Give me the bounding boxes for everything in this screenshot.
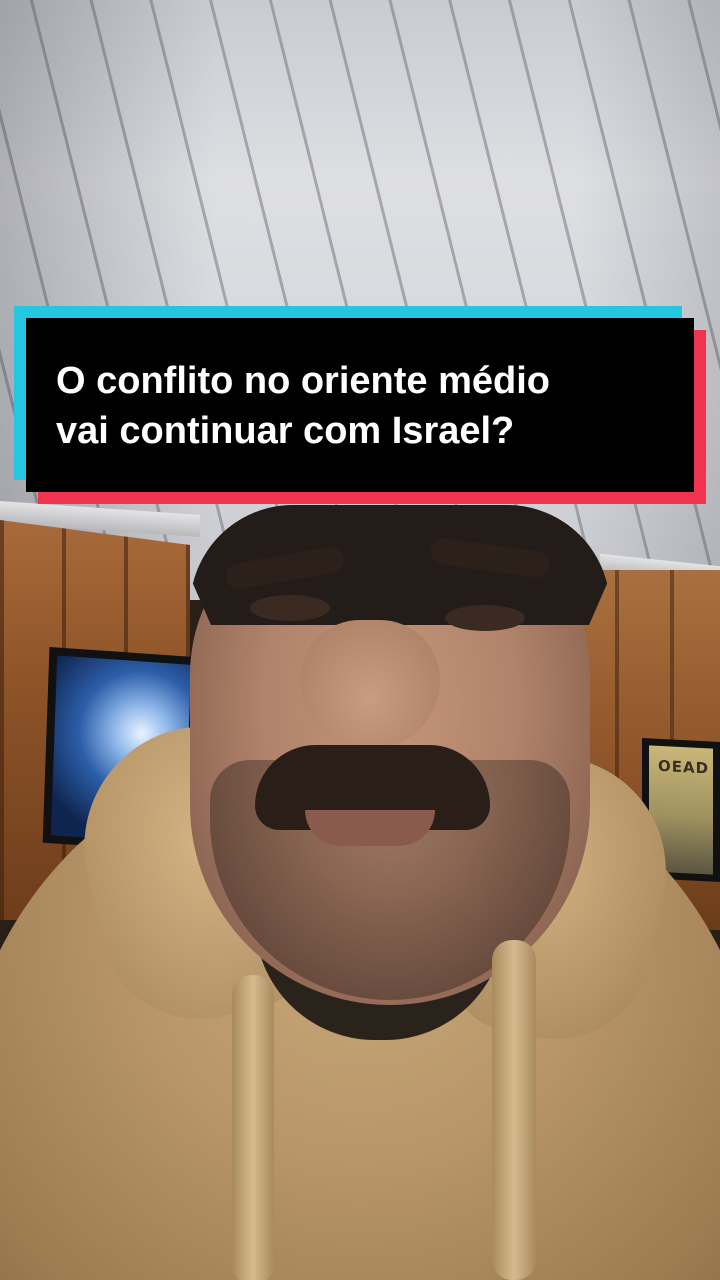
- drawstring-left: [232, 975, 274, 1280]
- caption-text: O conflito no oriente médio vai continua…: [56, 356, 664, 456]
- eye-right: [445, 605, 525, 631]
- mouth: [305, 810, 435, 846]
- caption-box: O conflito no oriente médio vai continua…: [26, 318, 694, 492]
- video-frame: OEAD O conflito no oriente médio vai con…: [0, 0, 720, 1280]
- poster-text: OEAD: [658, 756, 710, 778]
- drawstring-right: [492, 940, 536, 1280]
- eye-left: [250, 595, 330, 621]
- caption-line-2: vai continuar com Israel?: [56, 410, 515, 452]
- caption-line-1: O conflito no oriente médio: [56, 360, 550, 402]
